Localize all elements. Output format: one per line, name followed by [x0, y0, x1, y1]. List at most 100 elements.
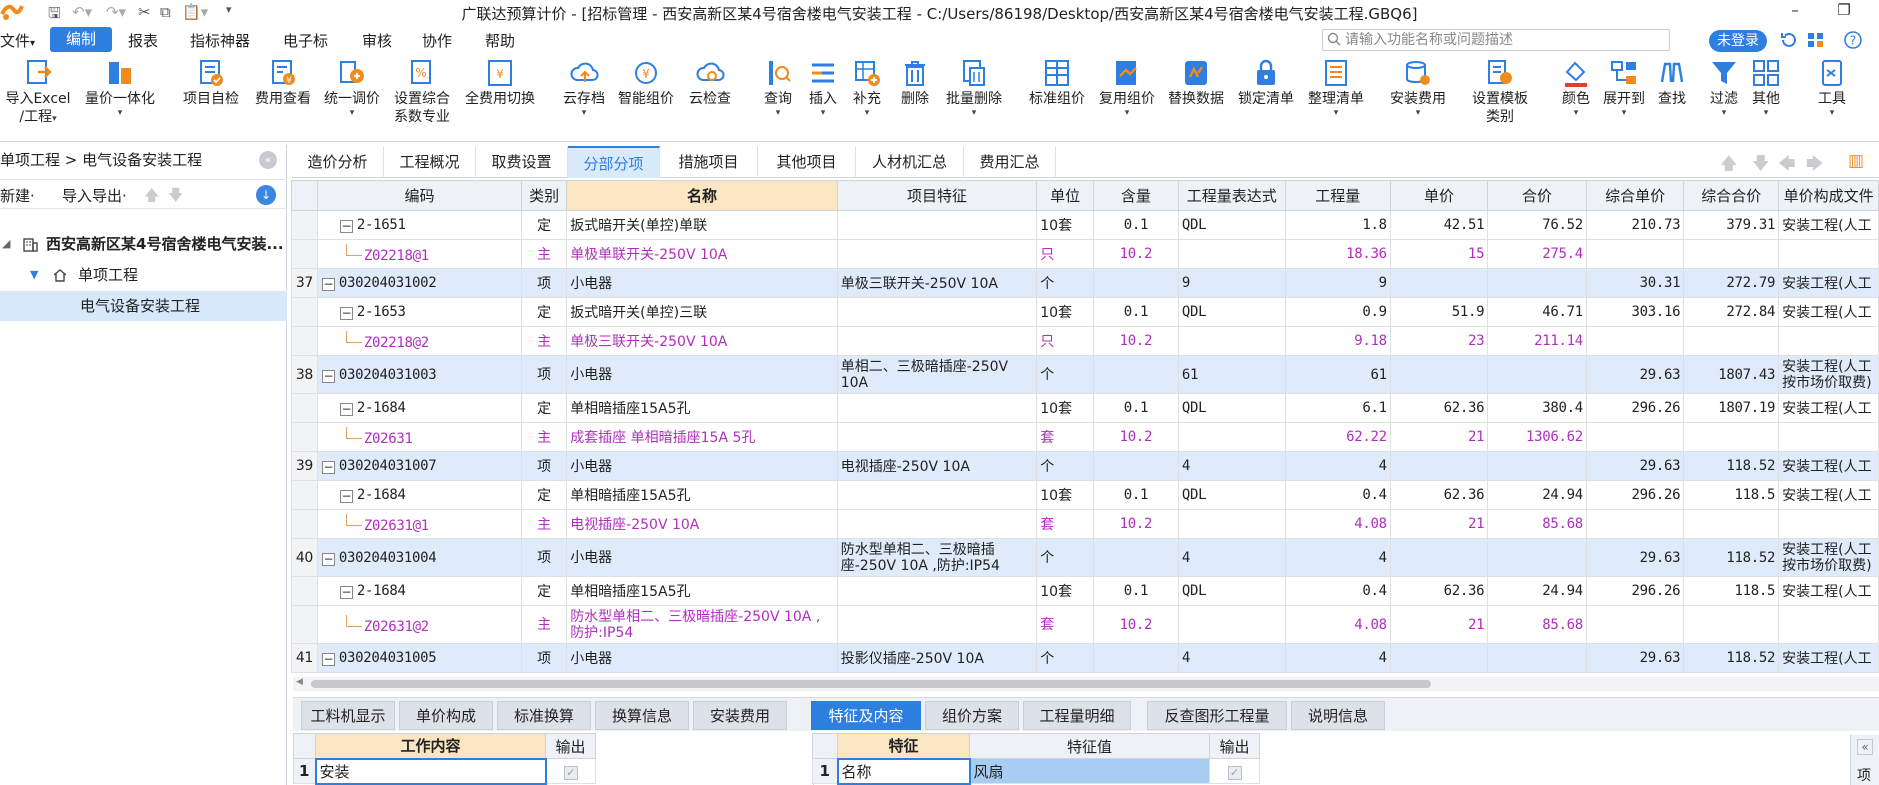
- set-composite-coef-button[interactable]: % 设置综合 系数专业: [386, 58, 458, 126]
- cell-category[interactable]: 主: [521, 605, 568, 644]
- cell-qty[interactable]: 9: [1284, 268, 1391, 298]
- cell-total[interactable]: [1487, 643, 1587, 673]
- insert-button[interactable]: 插入 ▾: [802, 58, 844, 118]
- cell-expr[interactable]: QDL: [1177, 480, 1286, 510]
- cell-total[interactable]: 275.4: [1487, 239, 1587, 269]
- table-row[interactable]: Z02631@1 主 电视插座-250V 10A 套 10.2 4.08 21 85.68: [291, 509, 1879, 539]
- cell-feature[interactable]: [836, 576, 1038, 606]
- menu-report[interactable]: 报表: [128, 30, 158, 51]
- cell-code[interactable]: Z02631: [316, 422, 523, 452]
- cell-feature[interactable]: [836, 239, 1038, 269]
- btab-pricing-plan[interactable]: 组价方案: [925, 701, 1019, 730]
- collapse-icon[interactable]: −: [321, 653, 335, 666]
- cell-total[interactable]: 1306.62: [1487, 422, 1587, 452]
- cell-name[interactable]: 防水型单相二、三极暗插座-250V 10A ,防护:IP54: [566, 605, 838, 644]
- cell-category[interactable]: 定: [521, 297, 568, 327]
- cell-category[interactable]: 主: [521, 509, 568, 539]
- tree-item-single[interactable]: ▼ 单项工程: [0, 260, 287, 290]
- cell-price[interactable]: 21: [1389, 509, 1489, 539]
- cell-feature[interactable]: [836, 297, 1038, 327]
- cell-expr[interactable]: [1177, 239, 1286, 269]
- cell-unit[interactable]: 10套: [1036, 297, 1095, 327]
- cell-total[interactable]: [1487, 451, 1587, 481]
- cell-code[interactable]: −030204031003: [316, 355, 523, 394]
- standard-pricing-button[interactable]: 标准组价: [1022, 58, 1092, 108]
- cell-file[interactable]: 安装工程(人工: [1778, 210, 1879, 240]
- organize-list-button[interactable]: 整理清单 ▾: [1302, 58, 1370, 118]
- cell-qty[interactable]: 18.36: [1284, 239, 1391, 269]
- download-icon[interactable]: ↓: [256, 185, 276, 205]
- cell-feature[interactable]: [836, 326, 1038, 356]
- cell-name[interactable]: 小电器: [566, 268, 838, 298]
- feature-output-cell[interactable]: ✓: [1209, 758, 1260, 784]
- cell-file[interactable]: 安装工程(人工: [1778, 480, 1879, 510]
- cell-name[interactable]: 单极三联开关-250V 10A: [566, 326, 838, 356]
- cell-comp-total[interactable]: 1807.43: [1683, 355, 1780, 394]
- tab-project-overview[interactable]: 工程概况: [384, 146, 476, 178]
- cell-comp-price[interactable]: 296.26: [1585, 393, 1685, 423]
- scrollbar-thumb[interactable]: [311, 680, 1431, 688]
- import-excel-button[interactable]: 导入Excel/工程▾: [0, 58, 76, 126]
- cell-comp-price[interactable]: 296.26: [1585, 480, 1685, 510]
- restore-button[interactable]: ❐: [1829, 1, 1859, 19]
- col-header-comp-price[interactable]: 综合单价: [1585, 180, 1685, 211]
- cell-unit[interactable]: 个: [1036, 268, 1095, 298]
- cell-name[interactable]: 单相暗插座15A5孔: [566, 576, 838, 606]
- cell-feature[interactable]: 电视插座-250V 10A: [836, 451, 1038, 481]
- cell-name[interactable]: 电视插座-250V 10A: [566, 509, 838, 539]
- cell-code[interactable]: −030204031005: [316, 643, 523, 673]
- cell-feature[interactable]: [836, 393, 1038, 423]
- feature-name-cell[interactable]: 名称: [836, 757, 971, 785]
- collapse-icon[interactable]: −: [321, 278, 335, 291]
- batch-delete-button[interactable]: 批量删除 ▾: [940, 58, 1008, 118]
- feature-header-output[interactable]: 输出: [1209, 733, 1260, 759]
- cell-category[interactable]: 定: [521, 480, 568, 510]
- cell-file[interactable]: 安装工程(人工按市场价取费): [1778, 355, 1879, 394]
- menu-collab[interactable]: 协作: [422, 30, 452, 51]
- feature-header-value[interactable]: 特征值: [969, 733, 1210, 759]
- cell-category[interactable]: 项: [521, 643, 568, 673]
- cell-price[interactable]: 23: [1389, 326, 1489, 356]
- col-header-file[interactable]: 单价构成文件: [1778, 180, 1879, 211]
- cell-qty[interactable]: 6.1: [1284, 393, 1391, 423]
- col-header-qty[interactable]: 工程量: [1284, 180, 1391, 211]
- cell-category[interactable]: 主: [521, 326, 568, 356]
- import-export-button[interactable]: 导入导出·: [62, 185, 127, 206]
- cell-unit[interactable]: 10套: [1036, 576, 1095, 606]
- cell-category[interactable]: 项: [521, 451, 568, 481]
- reuse-pricing-button[interactable]: 复用组价 ▾: [1092, 58, 1162, 118]
- cell-expr[interactable]: [1177, 605, 1286, 644]
- cell-price[interactable]: [1389, 451, 1489, 481]
- cell-expr[interactable]: QDL: [1177, 210, 1286, 240]
- cell-comp-total[interactable]: 1807.19: [1683, 393, 1780, 423]
- menu-index-tool[interactable]: 指标神器: [190, 30, 250, 51]
- cell-price[interactable]: 62.36: [1389, 393, 1489, 423]
- cell-unit[interactable]: 个: [1036, 643, 1095, 673]
- cell-code[interactable]: Z02218@1: [316, 239, 523, 269]
- arrow-left-icon[interactable]: 🡄: [1778, 151, 1796, 180]
- table-row[interactable]: 40−030204031004 项 小电器 防水型单相二、三极暗插座-250V 10A…: [291, 538, 1879, 577]
- help-icon[interactable]: ?: [1843, 30, 1863, 50]
- cell-code[interactable]: −2-1653: [316, 297, 523, 327]
- cell-qty[interactable]: 4.08: [1284, 605, 1391, 644]
- cell-ratio[interactable]: [1093, 355, 1179, 394]
- expand-caret-icon[interactable]: ◢: [2, 229, 10, 259]
- new-button[interactable]: 新建·: [0, 185, 35, 206]
- install-fee-button[interactable]: 安装费用 ▾: [1382, 58, 1454, 118]
- cell-comp-price[interactable]: 29.63: [1585, 643, 1685, 673]
- cell-name[interactable]: 小电器: [566, 538, 838, 577]
- search-input[interactable]: 请输入功能名称或问题描述: [1322, 29, 1670, 51]
- cell-qty[interactable]: 4.08: [1284, 509, 1391, 539]
- cell-expr[interactable]: [1177, 509, 1286, 539]
- tab-labor-material-summary[interactable]: 人材机汇总: [856, 146, 964, 178]
- smart-pricing-button[interactable]: ¥ 智能组价: [612, 58, 680, 108]
- cell-code[interactable]: −2-1684: [316, 480, 523, 510]
- col-header-ratio[interactable]: 含量: [1093, 180, 1179, 211]
- cell-file[interactable]: [1778, 605, 1879, 644]
- cell-ratio[interactable]: 0.1: [1093, 480, 1179, 510]
- menu-edit[interactable]: 编制: [50, 27, 112, 52]
- work-header-content[interactable]: 工作内容: [315, 733, 546, 759]
- cell-file[interactable]: [1778, 326, 1879, 356]
- move-down-icon[interactable]: 🡇: [168, 185, 183, 210]
- cell-expr[interactable]: 61: [1177, 355, 1286, 394]
